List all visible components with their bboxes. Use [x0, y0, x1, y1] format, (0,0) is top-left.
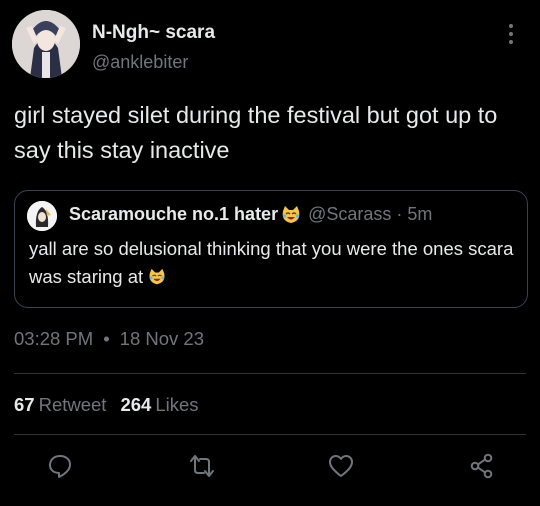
- reply-icon[interactable]: [46, 452, 74, 480]
- laughing-cat-emoji-icon: [149, 268, 165, 285]
- author-name[interactable]: N-Ngh~ scara: [92, 22, 215, 44]
- retweet-label: Retweet: [38, 394, 107, 415]
- like-count: 264: [120, 394, 152, 415]
- tweet-stats: 67 Retweet 264 Likes: [14, 394, 199, 416]
- avatar-image: [12, 10, 80, 78]
- tweet-metadata: 03:28 PM • 18 Nov 23: [14, 328, 204, 350]
- quoted-text-content: yall are so delusional thinking that you…: [29, 238, 514, 287]
- share-icon[interactable]: [468, 452, 496, 480]
- quoted-avatar-image: [27, 201, 57, 231]
- divider-top: [14, 373, 526, 374]
- retweet-count: 67: [14, 394, 35, 415]
- retweet-stat[interactable]: 67 Retweet: [14, 394, 106, 415]
- like-stat[interactable]: 264 Likes: [120, 394, 198, 415]
- quoted-timestamp: 5m: [407, 204, 433, 224]
- quoted-tweet-text: yall are so delusional thinking that you…: [29, 235, 515, 291]
- tweet-text: girl stayed silet during the festival bu…: [14, 102, 498, 163]
- quoted-author-handle[interactable]: @Scarass: [308, 204, 391, 225]
- tweet-date: 18 Nov 23: [119, 328, 205, 349]
- meta-separator: •: [103, 328, 110, 349]
- quoted-separator: ·: [396, 204, 403, 224]
- laughing-cat-emoji-icon: [282, 205, 300, 223]
- quoted-tweet-card[interactable]: Scaramouche no.1 hater @Scarass · 5m yal…: [14, 190, 528, 308]
- quoted-author-name[interactable]: Scaramouche no.1 hater: [69, 204, 278, 225]
- quoted-header: Scaramouche no.1 hater @Scarass · 5m: [69, 204, 432, 225]
- quoted-author-avatar: [27, 201, 57, 231]
- more-options-icon[interactable]: [506, 22, 516, 46]
- author-avatar[interactable]: [12, 10, 80, 78]
- likes-label: Likes: [155, 394, 199, 415]
- divider-bottom: [14, 434, 526, 435]
- like-icon[interactable]: [327, 452, 355, 480]
- tweet-time: 03:28 PM: [14, 328, 94, 349]
- retweet-icon[interactable]: [188, 452, 216, 480]
- author-handle[interactable]: @anklebiter: [92, 52, 188, 73]
